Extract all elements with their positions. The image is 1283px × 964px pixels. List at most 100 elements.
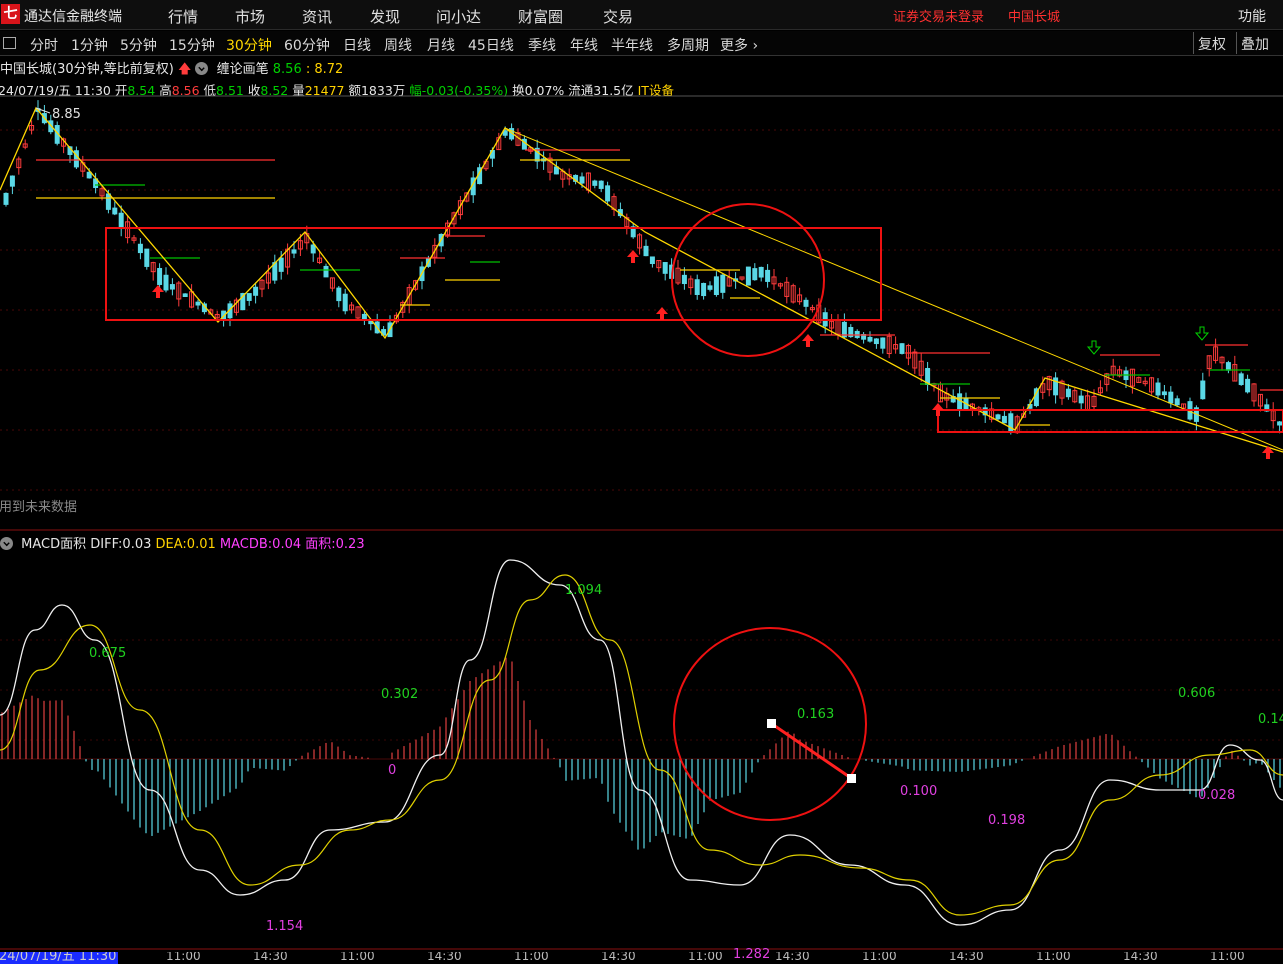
dea-label: DEA:	[155, 537, 187, 552]
price-candle	[1219, 356, 1225, 371]
price-candle	[752, 263, 758, 281]
price-candle	[374, 313, 380, 334]
time-tick: 11:00	[862, 952, 897, 963]
price-candle	[253, 282, 259, 304]
candle-body	[752, 268, 758, 281]
candle-body	[502, 130, 508, 136]
price-candle	[534, 139, 540, 169]
price-candle	[355, 306, 361, 320]
area-label: 面积:	[305, 537, 336, 552]
price-candle	[1078, 390, 1084, 410]
macd-header: MACD面积 DIFF:0.03 DEA:0.01 MACDB:0.04 面积:…	[0, 533, 365, 552]
candle-body	[1277, 421, 1283, 426]
price-candle	[873, 338, 879, 349]
candle-body	[765, 269, 771, 282]
buy-arrow-icon	[152, 285, 164, 298]
diff-line	[0, 559, 1283, 926]
price-candle	[16, 156, 22, 175]
chart-canvas[interactable]: 8.85 0.675 0.302 1.094 0.163 0.606 0.14 0 1.154 0…	[0, 0, 1283, 964]
time-tick: 11:00	[340, 952, 375, 963]
price-candle	[221, 310, 227, 327]
price-candle	[675, 259, 681, 286]
trend-line	[504, 127, 1283, 451]
price-candle	[701, 282, 707, 300]
price-candle	[233, 297, 239, 316]
price-candle	[694, 274, 700, 300]
price-candle	[1104, 372, 1110, 392]
price-candle	[246, 293, 252, 306]
price-candle	[1232, 355, 1238, 382]
price-candle	[784, 277, 790, 304]
candle-body	[144, 248, 150, 267]
candle-body	[118, 212, 124, 229]
price-candle	[771, 269, 777, 290]
candle-body	[643, 245, 649, 257]
candle-body	[253, 286, 259, 296]
price-candle	[1072, 388, 1078, 404]
price-candle	[1257, 393, 1263, 412]
price-candle	[227, 300, 233, 327]
price-candle	[861, 332, 867, 344]
price-candle	[1129, 368, 1135, 394]
macd-area-label-magenta: 0.100	[900, 784, 937, 799]
price-candle	[630, 223, 636, 239]
sell-arrow-icon	[1194, 326, 1210, 341]
price-candle	[937, 381, 943, 403]
price-candle	[182, 293, 188, 297]
macd-divergence-line	[771, 722, 852, 780]
time-tick: 14:30	[601, 952, 636, 963]
price-candle	[80, 155, 86, 178]
price-candle	[214, 310, 220, 319]
price-candle	[886, 332, 892, 359]
macd-area-label-green: 0.163	[797, 707, 834, 722]
price-candle	[22, 139, 28, 150]
time-tick: 11:00	[514, 952, 549, 963]
candle-body	[1245, 378, 1251, 393]
buy-arrow-icon	[932, 403, 944, 416]
price-candle	[1251, 383, 1257, 407]
price-candle	[989, 402, 995, 423]
price-candle	[841, 313, 847, 338]
price-candle	[867, 331, 873, 343]
candle-body	[182, 293, 188, 297]
price-candle	[739, 276, 745, 281]
macd-name[interactable]: MACD面积	[21, 537, 86, 552]
candle-body	[1225, 362, 1231, 371]
candle-body	[323, 265, 329, 278]
candle-body	[1155, 382, 1161, 396]
candle-body	[1174, 398, 1180, 406]
dea-line	[0, 574, 1283, 916]
price-candle	[144, 248, 150, 270]
buy-arrow-icon	[656, 307, 668, 320]
time-tick: 11:00	[1036, 952, 1071, 963]
dea-value: 0.01	[186, 537, 216, 552]
price-candle	[662, 262, 668, 281]
price-candle	[131, 234, 137, 244]
candle-body	[246, 293, 252, 301]
price-candle	[41, 104, 47, 125]
price-candle	[963, 392, 969, 411]
candle-body	[195, 301, 201, 306]
price-candle	[643, 239, 649, 257]
time-axis: 24/07/19/五 11:30 11:00 14:30 11:00 14:30 11:…	[0, 952, 1283, 964]
time-tick: 14:30	[427, 952, 462, 963]
price-candle	[899, 343, 905, 355]
price-candle	[9, 175, 15, 195]
price-candle	[1200, 372, 1206, 400]
candle-body	[758, 266, 764, 278]
price-candle	[726, 270, 732, 287]
candle-body	[899, 343, 905, 354]
candle-body	[105, 193, 111, 210]
candle-body	[873, 338, 879, 345]
macd-dropdown-icon[interactable]	[0, 537, 13, 550]
price-candle	[758, 266, 764, 282]
future-data-note: 用到未来数据	[0, 500, 78, 515]
price-candle	[713, 271, 719, 297]
candle-body	[9, 175, 15, 187]
macd-area-label-magenta: 0.028	[1198, 788, 1235, 803]
price-candle	[329, 277, 335, 292]
price-candle	[765, 264, 771, 288]
area-value: 0.23	[335, 537, 365, 552]
candle-body	[720, 274, 726, 293]
macd-area-label-magenta: 0	[388, 763, 396, 778]
